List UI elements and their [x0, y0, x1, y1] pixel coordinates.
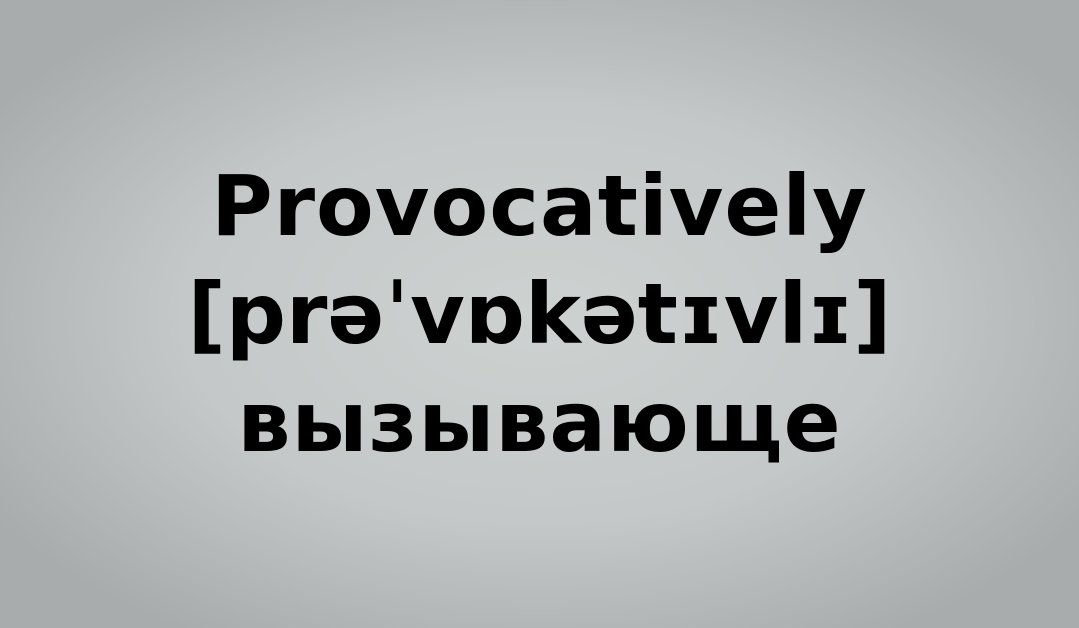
english-word: Provocatively	[211, 157, 868, 255]
russian-translation: вызывающе	[237, 373, 842, 471]
flashcard: Provocatively [prəˈvɒkətɪvlɪ] вызывающе	[0, 0, 1079, 628]
phonetic-transcription: [prəˈvɒkətɪvlɪ]	[187, 265, 892, 363]
